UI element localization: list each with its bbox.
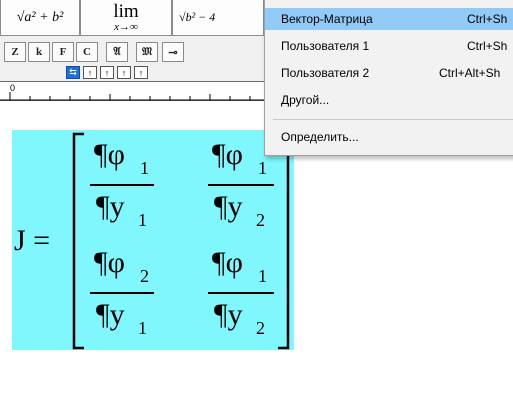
equation-lhs: J = (14, 224, 51, 257)
fraction-bar (90, 184, 154, 186)
symbol-button[interactable]: k (28, 42, 50, 62)
symbol-button[interactable]: C (76, 42, 98, 62)
tab-align-equal-tool[interactable]: ↑ (117, 66, 131, 79)
sqrt-sum-template-button[interactable]: √a² + b² (0, 0, 80, 36)
limit-label: lim (113, 0, 139, 22)
denominator-subscript: 1 (138, 210, 147, 230)
numerator-subscript: 1 (140, 158, 149, 178)
sqrt-diff-label: √b² − 4 (179, 10, 216, 24)
numerator: ¶φ (212, 246, 243, 279)
menu-separator (273, 119, 513, 120)
menu-item-user-1[interactable]: Пользователя 1 Ctrl+Sh (265, 35, 513, 57)
menu-item-shortcut: Ctrl+Sh (467, 12, 508, 26)
tab-align-decimal-tool[interactable]: ↑ (134, 66, 148, 79)
symbol-button[interactable]: Z (4, 42, 26, 62)
symbol-button[interactable]: 𝔄 (106, 42, 128, 62)
numerator-subscript: 1 (258, 266, 267, 286)
sqrt-sum-label: √a² + b² (16, 9, 64, 25)
symbol-button[interactable]: ⊸ (162, 42, 184, 62)
numerator: ¶φ (94, 246, 125, 279)
matrix-cell[interactable]: ¶φ 1 ¶y 2 (208, 244, 274, 344)
tab-align-right-tool[interactable]: ↑ (100, 66, 114, 79)
matrix-cell[interactable]: ¶φ 1 ¶y 1 (90, 136, 154, 236)
denominator-subscript: 2 (256, 210, 265, 230)
equation-selection[interactable]: J = ¶φ 1 ¶y 1 ¶φ 1 ¶y 2 ¶φ 2 ¶y 1 ¶φ 1 ¶… (12, 130, 294, 350)
numerator-subscript: 2 (140, 266, 149, 286)
tab-align-center-tool[interactable]: ↑ (83, 66, 97, 79)
menu-item-shortcut: Ctrl+Sh (467, 39, 508, 53)
menu-item-label: Другой... (281, 93, 330, 107)
numerator-subscript: 1 (258, 158, 267, 178)
symbol-button[interactable]: F (52, 42, 74, 62)
matrix-cell[interactable]: ¶φ 2 ¶y 1 (90, 244, 154, 344)
denominator-subscript: 1 (138, 318, 147, 338)
menu-item-label: Пользователя 2 (281, 66, 370, 80)
menu-item-label: Пользователя 1 (281, 39, 370, 53)
fraction-bar (90, 292, 154, 294)
menu-item-vector-matrix[interactable]: Вектор-Матрица Ctrl+Sh (265, 8, 513, 30)
numerator: ¶φ (212, 138, 243, 171)
tab-align-left-tool[interactable]: ⇆ (66, 66, 80, 79)
matrix-dropdown-menu: Вектор-Матрица Ctrl+Sh Пользователя 1 Ct… (264, 0, 513, 156)
menu-item-define[interactable]: Определить... (265, 126, 513, 148)
menu-item-label: Вектор-Матрица (281, 12, 373, 26)
denominator: ¶y (214, 298, 243, 331)
menu-item-label: Определить... (281, 130, 359, 144)
equation-editing-area[interactable]: J = ¶φ 1 ¶y 1 ¶φ 1 ¶y 2 ¶φ 2 ¶y 1 ¶φ 1 ¶… (0, 120, 513, 410)
denominator: ¶y (214, 190, 243, 223)
sqrt-diff-template-button[interactable]: √b² − 4 (172, 0, 264, 36)
denominator: ¶y (96, 190, 125, 223)
limit-sub-label: x→∞ (114, 20, 138, 33)
numerator: ¶φ (94, 138, 125, 171)
limit-template-button[interactable]: lim x→∞ (80, 0, 172, 36)
fraction-bar (208, 184, 274, 186)
menu-item-other[interactable]: Другой... (265, 89, 513, 111)
denominator: ¶y (96, 298, 125, 331)
menu-item-user-2[interactable]: Пользователя 2 Ctrl+Alt+Sh (265, 62, 513, 84)
menu-item-shortcut: Ctrl+Alt+Sh (439, 66, 501, 80)
symbol-button[interactable]: 𝔐 (136, 42, 158, 62)
fraction-bar (208, 292, 274, 294)
denominator-subscript: 2 (256, 318, 265, 338)
